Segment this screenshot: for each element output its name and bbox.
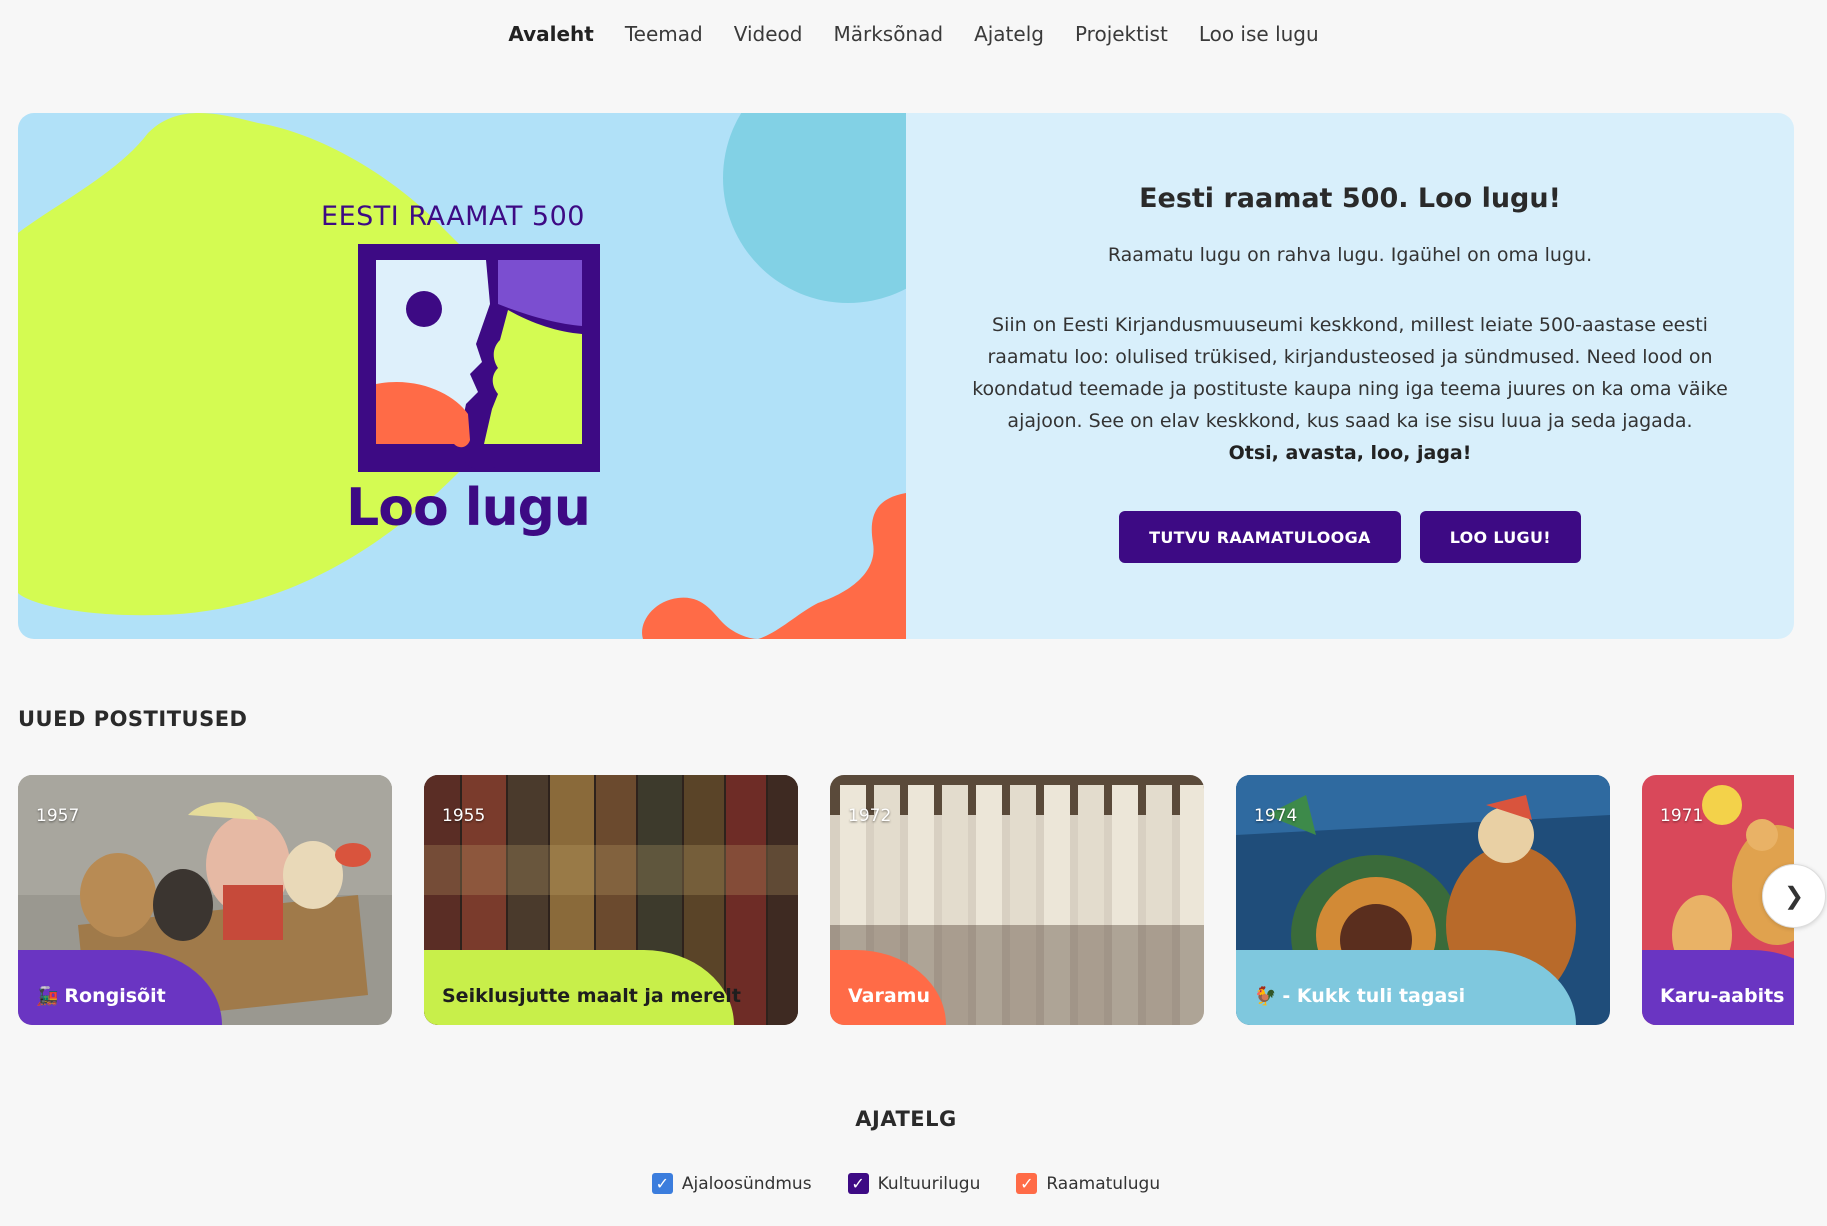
post-card[interactable]: 1972 Varamu <box>830 775 1204 1025</box>
nav-item-marksonad[interactable]: Märksõnad <box>833 22 943 46</box>
loo-lugu-button[interactable]: LOO LUGU! <box>1419 511 1581 563</box>
chevron-right-icon: ❯ <box>1783 882 1805 910</box>
nav-item-ajatelg[interactable]: Ajatelg <box>974 22 1044 46</box>
timeline-heading: AJATELG <box>855 1107 957 1131</box>
checkbox-checked-icon[interactable]: ✓ <box>651 1173 673 1194</box>
new-posts-heading: UUED POSTITUSED <box>18 707 248 731</box>
post-title-badge: 🐓 - Kukk tuli tagasi <box>1236 950 1576 1025</box>
post-card[interactable]: 1974 🐓 - Kukk tuli tagasi <box>1236 775 1610 1025</box>
hero-tagline: Raamatu lugu on rahva lugu. Igaühel on o… <box>1107 244 1593 266</box>
nav-item-teemad[interactable]: Teemad <box>625 22 703 46</box>
post-title: Seiklusjutte maalt ja merelt <box>442 985 741 1007</box>
post-card[interactable]: 1955 Seiklusjutte maalt ja merelt <box>424 775 798 1025</box>
book-face-icon <box>358 244 600 472</box>
post-title: - Kukk tuli tagasi <box>1282 985 1466 1007</box>
logo: EESTI RAAMAT 500 Loo lugu <box>321 201 618 538</box>
checkbox-checked-icon[interactable]: ✓ <box>1016 1173 1038 1194</box>
hero-buttons: TUTVU RAAMATULOOGA LOO LUGU! <box>906 511 1794 563</box>
top-nav: Avaleht Teemad Videod Märksõnad Ajatelg … <box>0 22 1827 46</box>
hero-description: Siin on Eesti Kirjandusmuuseumi keskkond… <box>972 314 1728 432</box>
hero-illustration: EESTI RAAMAT 500 Loo lugu <box>18 113 906 639</box>
checkbox-checked-icon[interactable]: ✓ <box>847 1173 869 1194</box>
hero-title: Eesti raamat 500. Loo lugu! <box>1139 183 1561 214</box>
carousel-next-button[interactable]: ❯ <box>1762 864 1826 928</box>
post-title: Varamu <box>848 985 931 1007</box>
nav-item-loo-ise-lugu[interactable]: Loo ise lugu <box>1199 22 1319 46</box>
filter-ajaloosundmus[interactable]: ✓ Ajaloosündmus <box>651 1173 812 1194</box>
hero-call-to-action-text: Otsi, avasta, loo, jaga! <box>1228 442 1472 464</box>
hero-text-panel: Eesti raamat 500. Loo lugu! Raamatu lugu… <box>906 113 1794 639</box>
tutvu-raamatulooga-button[interactable]: TUTVU RAAMATULOOGA <box>1119 511 1401 563</box>
post-year: 1957 <box>36 806 80 826</box>
filter-label: Kultuurilugu <box>877 1173 981 1194</box>
nav-item-avaleht[interactable]: Avaleht <box>508 22 594 46</box>
filter-raamatulugu[interactable]: ✓ Raamatulugu <box>1016 1173 1160 1194</box>
post-year: 1955 <box>442 806 486 826</box>
filter-kultuurilugu[interactable]: ✓ Kultuurilugu <box>847 1173 981 1194</box>
filter-label: Ajaloosündmus <box>681 1173 812 1194</box>
timeline-legend: ✓ Ajaloosündmus ✓ Kultuurilugu ✓ Raamatu… <box>0 1173 1812 1194</box>
post-title: Karu-aabits <box>1660 985 1785 1007</box>
post-year: 1974 <box>1254 806 1298 826</box>
rooster-icon: 🐓 <box>1254 986 1277 1007</box>
train-icon: 🚂 <box>36 986 59 1007</box>
post-title-badge: Seiklusjutte maalt ja merelt <box>424 950 741 1025</box>
post-year: 1972 <box>848 806 892 826</box>
logo-top-text: EESTI RAAMAT 500 <box>321 201 585 232</box>
post-title-badge: Karu-aabits <box>1642 950 1794 1025</box>
posts-carousel: 1957 🚂 Rongisõit 1955 Seiklusjutte maalt … <box>18 775 1794 1025</box>
post-title: Rongisõit <box>64 985 166 1007</box>
nav-item-projektist[interactable]: Projektist <box>1075 22 1168 46</box>
logo-bottom-text: Loo lugu <box>346 478 591 538</box>
post-card[interactable]: 1957 🚂 Rongisõit <box>18 775 392 1025</box>
filter-label: Raamatulugu <box>1046 1173 1161 1194</box>
post-year: 1971 <box>1660 806 1704 826</box>
nav-item-videod[interactable]: Videod <box>734 22 803 46</box>
hero-banner: EESTI RAAMAT 500 Loo lugu Eesti raamat 5… <box>18 113 1794 639</box>
